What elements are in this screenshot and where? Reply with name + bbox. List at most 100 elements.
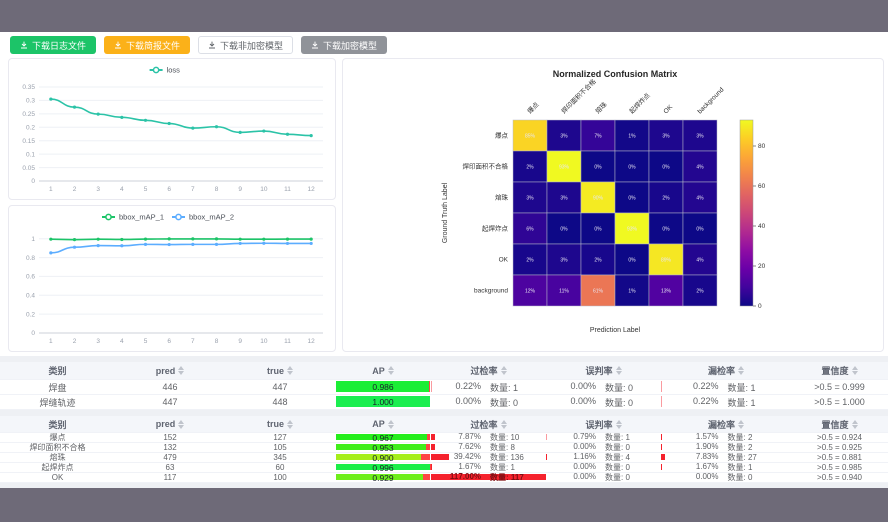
sort-caret-icon[interactable] (287, 420, 293, 429)
rate-percent: 7.62% (439, 443, 481, 453)
true-cell: 100 (225, 473, 335, 483)
column-header-pred[interactable]: pred (115, 362, 225, 380)
column-header-ap[interactable]: AP (335, 416, 431, 433)
sort-caret-icon[interactable] (388, 366, 394, 375)
column-header-过检率[interactable]: 过检率 (431, 362, 546, 380)
sort-caret-icon[interactable] (738, 420, 744, 429)
sort-caret-icon[interactable] (501, 420, 507, 429)
sort-caret-icon[interactable] (178, 420, 184, 429)
rate-percent: 1.16% (554, 453, 596, 463)
svg-text:20: 20 (758, 263, 766, 270)
svg-text:6: 6 (167, 186, 171, 193)
rate-percent: 39.42% (439, 453, 481, 463)
download-report-button[interactable]: 下载简报文件 (104, 36, 190, 54)
svg-text:13%: 13% (661, 289, 672, 295)
sort-caret-icon[interactable] (178, 366, 184, 375)
column-header-true[interactable]: true (225, 362, 335, 380)
column-header-class: 类别 (0, 416, 115, 433)
rate-percent: 0.79% (554, 433, 596, 443)
column-header-label: 类别 (48, 418, 66, 431)
svg-text:4%: 4% (696, 165, 704, 171)
svg-text:0.35: 0.35 (22, 84, 35, 91)
svg-text:4: 4 (120, 338, 124, 345)
class-name-cell: 焊印面积不合格 (0, 443, 115, 453)
svg-text:3: 3 (96, 338, 100, 345)
svg-text:0.15: 0.15 (22, 138, 35, 145)
column-header-label: 置信度 (821, 418, 848, 431)
pred-cell: 152 (115, 433, 225, 443)
ap-cell: 0.967 (335, 433, 431, 443)
svg-text:4%: 4% (696, 196, 704, 202)
column-header-漏检率[interactable]: 漏检率 (661, 362, 791, 380)
svg-text:1: 1 (49, 338, 53, 345)
column-header-label: 误判率 (585, 364, 612, 377)
table-row: 熔珠4793450.90039.42%数量: 1361.16%数量: 47.83… (0, 453, 888, 463)
column-header-置信度[interactable]: 置信度 (791, 362, 888, 380)
miss-rate-cell: 1.67%数量: 1 (661, 463, 791, 473)
column-header-误判率[interactable]: 误判率 (546, 362, 661, 380)
misjudge-rate-cell: 1.16%数量: 4 (546, 453, 661, 463)
chart-legend[interactable]: bbox_mAP_1bbox_mAP_2 (102, 213, 234, 222)
true-cell: 60 (225, 463, 335, 473)
pred-cell: 446 (115, 380, 225, 395)
matrix-row-label: 爆点 (495, 131, 509, 140)
download-icon (311, 41, 319, 49)
sort-caret-icon[interactable] (852, 420, 858, 429)
true-cell: 448 (225, 395, 335, 410)
download-encrypted-model-button[interactable]: 下载加密模型 (301, 36, 387, 54)
download-unencrypted-model-button[interactable]: 下载非加密模型 (198, 36, 293, 54)
column-header-pred[interactable]: pred (115, 416, 225, 433)
rate-percent: 1.67% (439, 463, 481, 473)
misjudge-rate-cell: 0.00%数量: 0 (546, 473, 661, 483)
column-header-true[interactable]: true (225, 416, 335, 433)
svg-text:8: 8 (215, 186, 219, 193)
confusion-matrix-panel: Normalized Confusion Matrix85%3%7%1%3%3%… (342, 58, 884, 352)
column-header-label: 类别 (48, 364, 66, 377)
table-header-row: 类别 predtrueAP过检率误判率漏检率 置信度 (0, 416, 888, 433)
sort-caret-icon[interactable] (738, 366, 744, 375)
miss-rate-cell: 7.83%数量: 27 (661, 453, 791, 463)
svg-text:11: 11 (284, 186, 291, 193)
svg-text:7%: 7% (594, 134, 602, 140)
svg-text:6%: 6% (526, 227, 534, 233)
column-header-ap[interactable]: AP (335, 362, 431, 380)
ap-value: 1.000 (335, 397, 431, 407)
column-header-置信度[interactable]: 置信度 (791, 416, 888, 433)
confidence-cell: >0.5 = 0.999 (791, 380, 888, 395)
svg-text:9: 9 (238, 186, 242, 193)
svg-text:0%: 0% (560, 227, 568, 233)
ap-value: 0.967 (335, 433, 431, 443)
sort-caret-icon[interactable] (388, 420, 394, 429)
chart-legend[interactable]: loss (150, 66, 181, 75)
miss-rate-cell: 0.22%数量: 1 (661, 395, 791, 410)
sort-caret-icon[interactable] (616, 420, 622, 429)
column-header-误判率[interactable]: 误判率 (546, 416, 661, 433)
sort-caret-icon[interactable] (501, 366, 507, 375)
rate-percent: 0.00% (677, 473, 719, 483)
over-detect-rate-cell: 7.87%数量: 10 (431, 433, 546, 443)
svg-text:93%: 93% (627, 227, 638, 233)
sort-caret-icon[interactable] (287, 366, 293, 375)
rate-percent: 1.57% (677, 433, 719, 443)
svg-text:3%: 3% (526, 196, 534, 202)
table-row: 起焊炸点63600.9961.67%数量: 10.00%数量: 01.67%数量… (0, 463, 888, 473)
svg-text:3%: 3% (560, 258, 568, 264)
column-header-过检率[interactable]: 过检率 (431, 416, 546, 433)
sort-caret-icon[interactable] (852, 366, 858, 375)
sort-caret-icon[interactable] (616, 366, 622, 375)
ap-value: 0.996 (335, 463, 431, 473)
table-row: 焊印面积不合格1321050.9537.62%数量: 80.00%数量: 01.… (0, 443, 888, 453)
column-header-漏检率[interactable]: 漏检率 (661, 416, 791, 433)
svg-text:61%: 61% (593, 289, 604, 295)
ap-value: 0.986 (335, 382, 431, 392)
column-header-label: AP (372, 366, 385, 376)
rate-count: 数量: 1 (728, 381, 776, 394)
class-name-cell: 爆点 (0, 433, 115, 443)
download-log-button[interactable]: 下载日志文件 (10, 36, 96, 54)
miss-rate-cell: 0.22%数量: 1 (661, 380, 791, 395)
rate-count: 数量: 0 (605, 473, 653, 483)
ap-value: 0.953 (335, 443, 431, 453)
rate-count: 数量: 27 (728, 453, 776, 463)
over-detect-rate-cell: 0.22%数量: 1 (431, 380, 546, 395)
rate-count: 数量: 0 (605, 396, 653, 409)
